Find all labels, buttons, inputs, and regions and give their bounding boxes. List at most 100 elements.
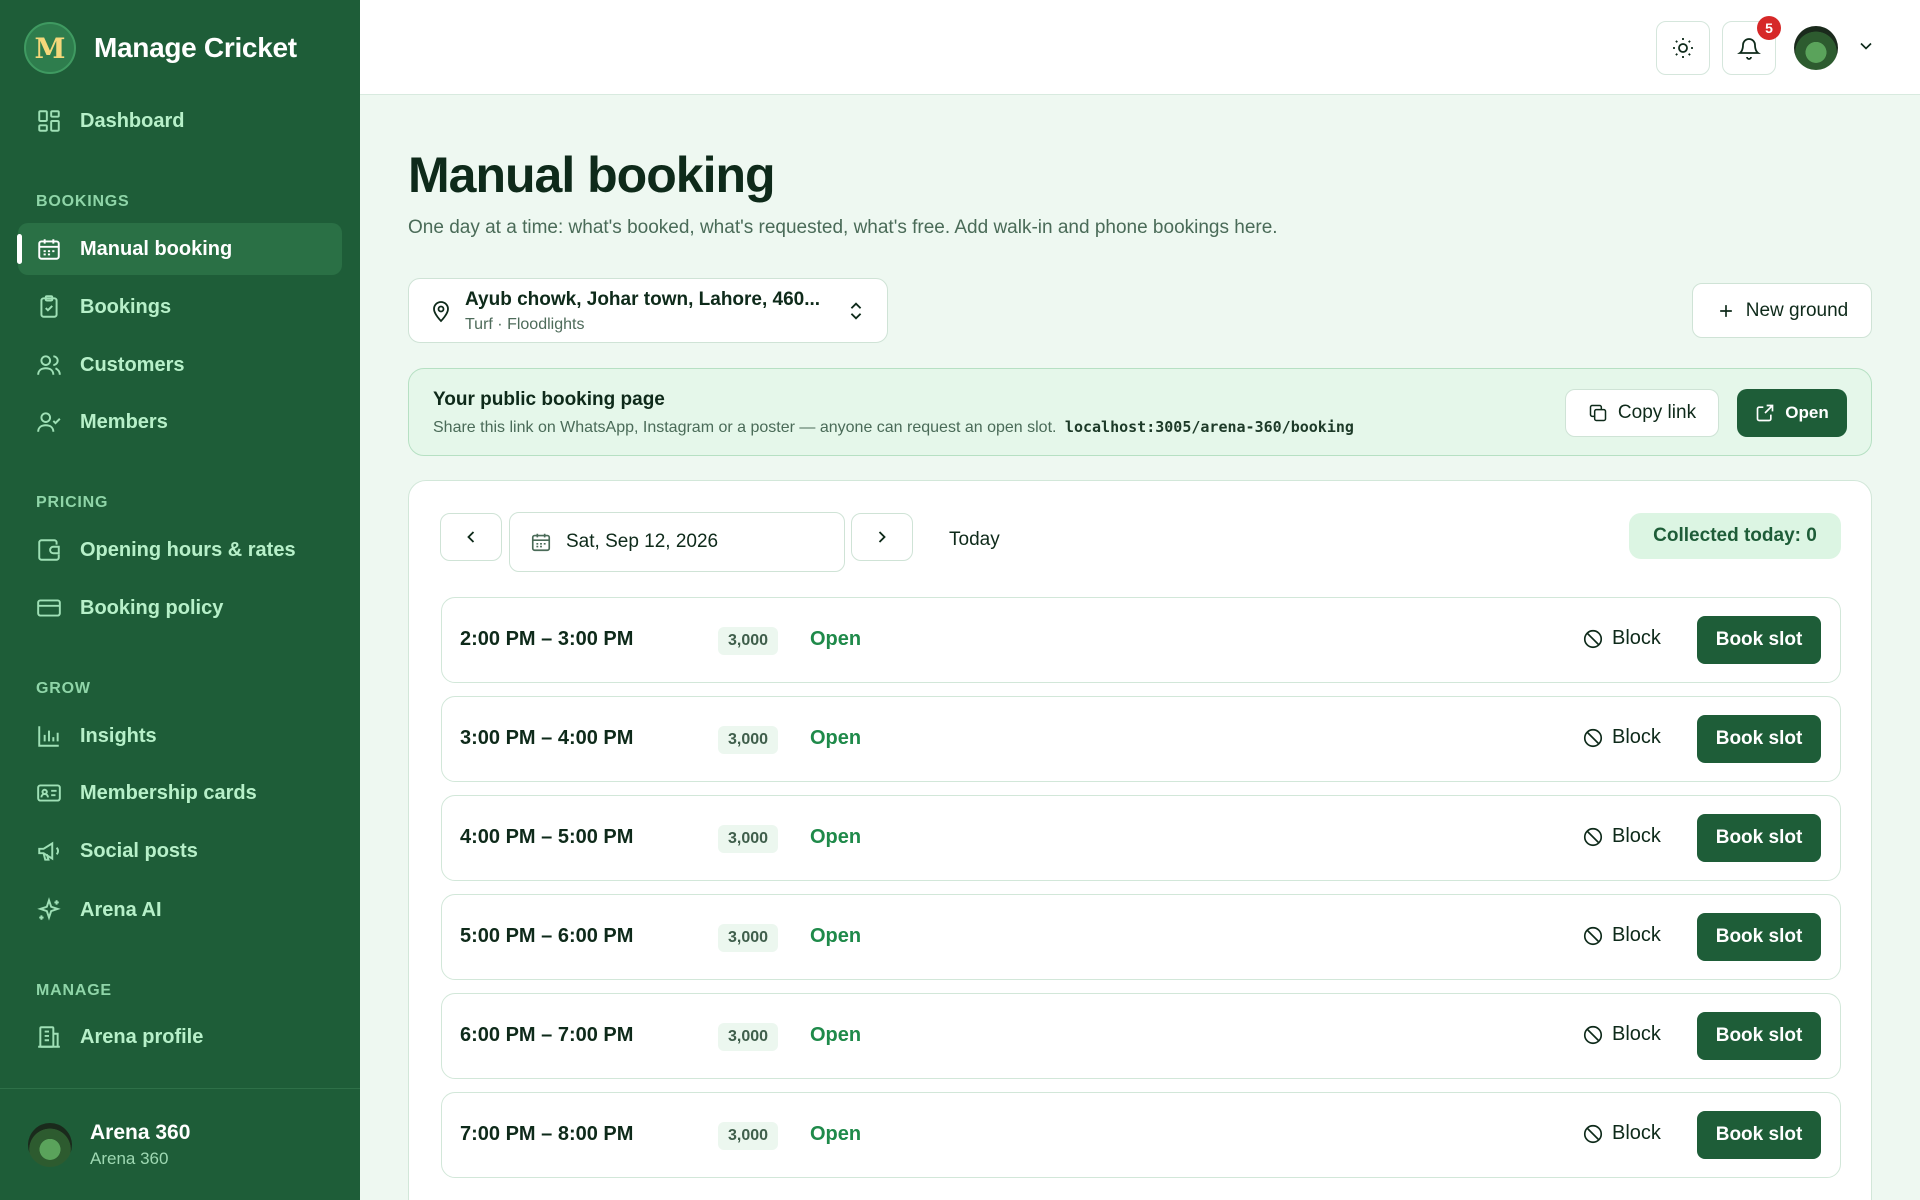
block-label: Block — [1612, 627, 1661, 649]
next-day-button[interactable] — [851, 513, 913, 561]
public-booking-url[interactable]: localhost:3005/arena-360/booking — [1065, 418, 1354, 436]
calendar-icon — [38, 239, 60, 260]
selected-date: Sat, Sep 12, 2026 — [566, 531, 719, 552]
block-slot-button[interactable]: Block — [1582, 1023, 1661, 1046]
plus-icon — [1719, 304, 1732, 317]
open-label: Open — [1785, 403, 1829, 422]
slot-price: 3,000 — [718, 1122, 779, 1150]
calendar-icon — [531, 533, 551, 552]
date-picker[interactable]: Sat, Sep 12, 2026 — [509, 512, 845, 572]
copy-icon — [1589, 404, 1607, 422]
notifications-button[interactable]: 5 — [1722, 16, 1781, 75]
sun-icon — [1673, 38, 1693, 58]
ban-icon — [1583, 629, 1603, 648]
block-slot-button[interactable]: Block — [1582, 1122, 1661, 1145]
arena-subtitle: Arena 360 — [90, 1149, 169, 1168]
slot-time: 3:00 PM – 4:00 PM — [460, 727, 634, 749]
sidebar-item-label: Dashboard — [80, 109, 185, 132]
open-public-page-button[interactable]: Open — [1737, 389, 1847, 437]
dashboard-icon — [38, 110, 60, 132]
book-slot-button[interactable]: Book slot — [1697, 616, 1821, 664]
sidebar-item-manual-booking[interactable]: Manual booking — [17, 223, 342, 275]
public-booking-card: Your public booking page Share this link… — [408, 368, 1872, 456]
book-slot-button[interactable]: Book slot — [1697, 913, 1821, 961]
sidebar-item-booking-policy[interactable]: Booking policy — [18, 582, 342, 634]
ground-selector[interactable]: Ayub chowk, Johar town, Lahore, 460... T… — [408, 278, 888, 343]
slot-status: Open — [810, 1024, 862, 1046]
block-label: Block — [1612, 726, 1661, 748]
block-slot-button[interactable]: Block — [1582, 627, 1661, 650]
sidebar-item-label: Opening hours & rates — [80, 538, 296, 561]
copy-link-button[interactable]: Copy link — [1565, 389, 1719, 437]
sidebar-footer[interactable]: Arena 360 Arena 360 — [0, 1088, 360, 1200]
sidebar-item-label: Arena AI — [80, 898, 162, 921]
slot-price: 3,000 — [718, 627, 779, 655]
card-icon — [37, 599, 61, 617]
previous-day-button[interactable] — [440, 513, 502, 561]
sidebar-item-bookings[interactable]: Bookings — [18, 281, 342, 333]
ban-icon — [1583, 728, 1603, 747]
book-slot-button[interactable]: Book slot — [1697, 814, 1821, 862]
new-ground-button[interactable]: New ground — [1692, 283, 1872, 338]
time-slot-row: 4:00 PM – 5:00 PM 3,000 Open Block Book … — [441, 795, 1841, 881]
slot-status: Open — [810, 727, 862, 749]
time-slot-row: 7:00 PM – 8:00 PM 3,000 Open Block Book … — [441, 1092, 1841, 1178]
slot-price: 3,000 — [718, 1023, 779, 1051]
sidebar-item-membership-cards[interactable]: Membership cards — [18, 767, 342, 819]
brand[interactable]: M Manage Cricket — [24, 22, 297, 74]
block-slot-button[interactable]: Block — [1582, 924, 1661, 947]
time-slot-row: 5:00 PM – 6:00 PM 3,000 Open Block Book … — [441, 894, 1841, 980]
copy-link-label: Copy link — [1617, 402, 1697, 423]
wallet-icon — [38, 539, 60, 561]
time-slot-row: 2:00 PM – 3:00 PM 3,000 Open Block Book … — [441, 597, 1841, 683]
sidebar-item-dashboard[interactable]: Dashboard — [18, 95, 342, 147]
block-slot-button[interactable]: Block — [1582, 825, 1661, 848]
block-label: Block — [1612, 825, 1661, 847]
book-slot-button[interactable]: Book slot — [1697, 1111, 1821, 1159]
sidebar-item-label: Members — [80, 410, 168, 433]
chevron-down-icon[interactable] — [1856, 36, 1876, 56]
user-check-icon — [37, 412, 61, 432]
sidebar-item-label: Insights — [80, 724, 157, 747]
collected-today-badge: Collected today: 0 — [1629, 513, 1841, 559]
block-label: Block — [1612, 1023, 1661, 1045]
book-slot-button[interactable]: Book slot — [1697, 715, 1821, 763]
sidebar-item-arena-ai[interactable]: Arena AI — [18, 884, 342, 936]
ban-icon — [1583, 926, 1603, 945]
clipboard-icon — [40, 295, 58, 318]
slot-price: 3,000 — [718, 726, 779, 754]
public-booking-description: Share this link on WhatsApp, Instagram o… — [433, 418, 1354, 437]
book-slot-button[interactable]: Book slot — [1697, 1012, 1821, 1060]
section-manage: MANAGE — [36, 982, 112, 999]
sidebar-item-social-posts[interactable]: Social posts — [18, 825, 342, 877]
section-grow: GROW — [36, 680, 91, 697]
today-button[interactable]: Today — [949, 529, 1000, 551]
sidebar-item-insights[interactable]: Insights — [18, 710, 342, 762]
page-subtitle: One day at a time: what's booked, what's… — [408, 217, 1278, 238]
sidebar-item-arena-profile[interactable]: Arena profile — [18, 1011, 342, 1063]
sidebar-item-customers[interactable]: Customers — [18, 339, 342, 391]
arena-avatar — [28, 1123, 72, 1167]
theme-toggle-button[interactable] — [1656, 21, 1710, 75]
sidebar-item-label: Membership cards — [80, 781, 257, 804]
building-icon — [38, 1026, 60, 1048]
sidebar-item-opening-hours[interactable]: Opening hours & rates — [18, 524, 342, 576]
sidebar-item-label: Arena profile — [80, 1025, 204, 1048]
slot-status: Open — [810, 826, 862, 848]
megaphone-icon — [38, 841, 59, 861]
topbar: 5 — [360, 0, 1920, 95]
sidebar-item-label: Bookings — [80, 295, 172, 318]
user-avatar[interactable] — [1794, 26, 1838, 70]
description-text: Share this link on WhatsApp, Instagram o… — [433, 419, 1057, 436]
sidebar-item-label: Manual booking — [80, 237, 233, 260]
schedule-panel: Sat, Sep 12, 2026 Today Collected today:… — [408, 480, 1872, 1200]
section-pricing: PRICING — [36, 494, 109, 511]
slot-time: 2:00 PM – 3:00 PM — [460, 628, 634, 650]
sidebar-item-label: Customers — [80, 353, 185, 376]
external-link-icon — [1756, 404, 1774, 422]
id-card-icon — [37, 784, 61, 802]
block-slot-button[interactable]: Block — [1582, 726, 1661, 749]
brand-name: Manage Cricket — [94, 32, 297, 63]
sidebar-item-members[interactable]: Members — [18, 396, 342, 448]
slot-price: 3,000 — [718, 924, 779, 952]
